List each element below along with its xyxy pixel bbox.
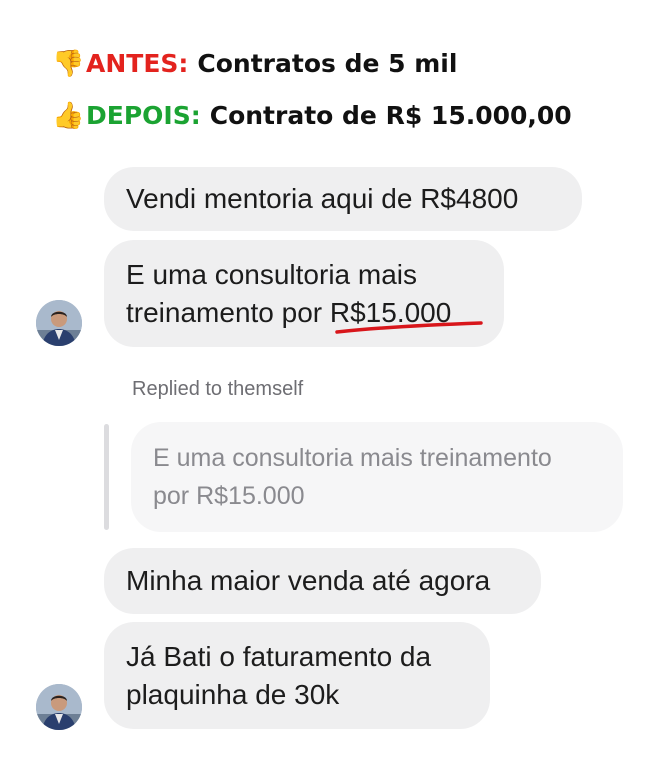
replied-label: Replied to themself [132, 378, 304, 400]
message-text: Já Bati o faturamento da plaquinha de 30… [126, 640, 432, 710]
message-text: Vendi mentoria aqui de R$4800 [126, 183, 519, 214]
message-bubble[interactable]: Já Bati o faturamento da plaquinha de 30… [104, 622, 490, 729]
avatar[interactable] [36, 684, 82, 730]
after-text: Contrato de R$ 15.000,00 [209, 101, 572, 130]
message-bubble[interactable]: E uma consultoria mais treinamento por R… [104, 240, 504, 347]
after-label: DEPOIS: [86, 101, 201, 130]
message-bubble[interactable]: Minha maior venda até agora [104, 548, 541, 614]
message-bubble[interactable]: Vendi mentoria aqui de R$4800 [104, 167, 582, 231]
thumbs-down-icon: 👎 [52, 49, 85, 79]
reply-indicator-bar [104, 424, 109, 530]
avatar[interactable] [36, 300, 82, 346]
profile-photo-icon [36, 684, 82, 730]
message-text: Minha maior venda até agora [126, 565, 491, 596]
before-line: 👎 ANTES: Contratos de 5 mil [52, 48, 457, 80]
quoted-message[interactable]: E uma consultoria mais treinamento por R… [131, 422, 623, 532]
quoted-message-text: E uma consultoria mais treinamento por R… [153, 444, 552, 510]
thumbs-up-icon: 👍 [52, 101, 85, 131]
message-text: E uma consultoria mais treinamento por R… [126, 258, 452, 328]
profile-photo-icon [36, 300, 82, 346]
before-label: ANTES: [86, 49, 189, 78]
after-line: 👍 DEPOIS: Contrato de R$ 15.000,00 [52, 100, 572, 132]
before-text: Contratos de 5 mil [197, 49, 458, 78]
